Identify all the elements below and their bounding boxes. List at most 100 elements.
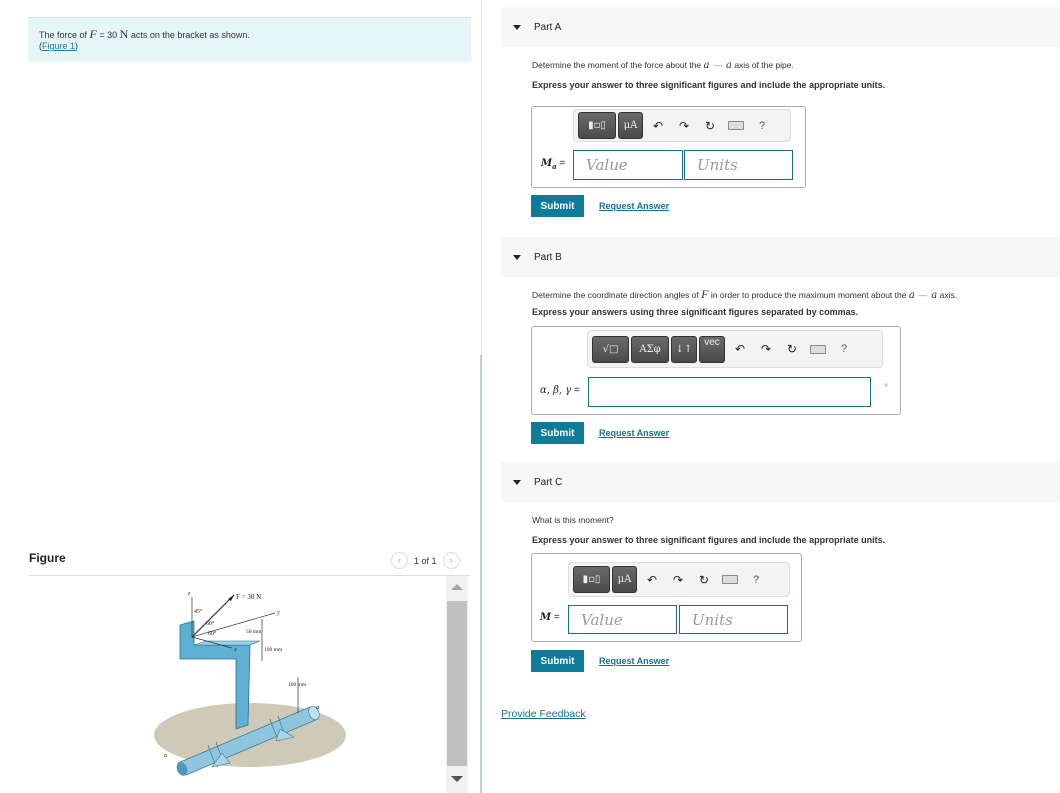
column-divider[interactable] [480, 355, 482, 793]
undo-button[interactable]: ↶ [645, 119, 671, 133]
part-c-units-input[interactable]: Units [679, 605, 788, 634]
units-button[interactable]: μA [612, 566, 637, 593]
part-a-units-input[interactable]: Units [684, 150, 793, 180]
part-c-value-input[interactable]: Value [568, 605, 677, 634]
axis-dash: — [918, 290, 928, 300]
mu-a-icon: μA [623, 120, 638, 131]
root-template-icon: √□ [602, 343, 619, 355]
part-c-submit-button[interactable]: Submit [531, 650, 584, 672]
part-a-submit-button[interactable]: Submit [531, 195, 584, 217]
figure-prev-button[interactable]: ‹ [391, 552, 408, 569]
part-b-label: Part B [534, 251, 562, 263]
force-variable: F [89, 27, 97, 41]
keyboard-button[interactable] [717, 575, 743, 584]
redo-icon: ↷ [760, 342, 772, 356]
templates-button[interactable]: ▮▫▯ [573, 566, 610, 593]
part-b-request-answer-link[interactable]: Request Answer [599, 428, 669, 438]
figure-next-button[interactable]: › [442, 552, 460, 569]
help-icon: ? [752, 573, 760, 586]
units-button[interactable]: μA [618, 112, 643, 139]
reset-button[interactable]: ↻ [779, 342, 805, 356]
part-b-submit-button[interactable]: Submit [531, 422, 584, 444]
undo-icon: ↶ [646, 572, 658, 587]
question-text: Determine the moment of the force about … [532, 60, 704, 70]
eq-var: α, β, γ [540, 385, 572, 396]
part-b-equation-label: α, β, γ = [540, 385, 580, 396]
vector-button[interactable]: vec [699, 335, 725, 363]
templates-button[interactable]: √□ [592, 335, 629, 363]
mu-a-icon: μA [617, 574, 632, 585]
caret-down-icon [513, 24, 521, 30]
paren-close: ) [75, 41, 79, 51]
help-icon: ? [840, 343, 848, 355]
keyboard-icon [810, 344, 826, 354]
greek-icon: ΑΣφ [639, 343, 661, 355]
redo-button[interactable]: ↷ [671, 119, 697, 133]
caret-down-icon [513, 254, 521, 260]
keyboard-button[interactable] [723, 121, 749, 130]
fraction-template-icon: ▮▫▯ [588, 120, 606, 131]
templates-button[interactable]: ▮▫▯ [578, 112, 616, 139]
part-b-instruction: Express your answers using three signifi… [532, 307, 859, 317]
part-a-value-input[interactable]: Value [573, 150, 683, 180]
question-text: in order to produce the maximum moment a… [708, 290, 909, 300]
undo-icon: ↶ [652, 118, 664, 133]
math-toolbar: ▮▫▯ μA ↶ ↷ ↻ ? [573, 109, 791, 142]
help-button[interactable]: ? [743, 574, 769, 586]
part-c-instruction: Express your answer to three significant… [532, 535, 886, 545]
chevron-right-icon: › [449, 554, 453, 567]
z-label: z [187, 591, 191, 597]
part-a-header[interactable]: Part A [501, 7, 1060, 47]
redo-icon: ↷ [678, 118, 690, 133]
question-text: axis. [937, 290, 958, 300]
bracket-figure: F = 30 N z y x 45° 60° 60° 50 mm 100 mm … [154, 591, 346, 776]
redo-button[interactable]: ↷ [665, 573, 691, 587]
y-label: y [276, 610, 280, 616]
reset-icon: ↻ [698, 572, 710, 587]
reset-button[interactable]: ↻ [691, 573, 717, 587]
scroll-up-icon[interactable] [451, 584, 463, 590]
subscript-button[interactable]: ↓↑ [671, 335, 697, 363]
part-c-label: Part C [534, 476, 563, 488]
redo-button[interactable]: ↷ [753, 342, 779, 356]
figure-divider [29, 575, 470, 576]
x-label: x [233, 647, 237, 653]
part-b-angles-input[interactable] [588, 377, 871, 407]
figure-pagination: ‹ 1 of 1 › [391, 552, 460, 569]
undo-button[interactable]: ↶ [639, 573, 665, 587]
reset-button[interactable]: ↻ [697, 119, 723, 133]
angle-60-label: 60° [208, 630, 217, 637]
keyboard-icon [728, 121, 744, 130]
scroll-down-icon[interactable] [451, 776, 463, 782]
keyboard-button[interactable] [805, 344, 831, 354]
value-placeholder: Value [581, 610, 623, 629]
part-a-equation-label: Ma = [541, 158, 565, 171]
part-c-request-answer-link[interactable]: Request Answer [599, 656, 669, 666]
greek-button[interactable]: ΑΣφ [631, 335, 669, 363]
value-placeholder: Value [586, 156, 628, 174]
eq-sign: = [556, 158, 566, 169]
undo-icon: ↶ [734, 342, 746, 356]
redo-icon: ↷ [672, 572, 684, 587]
part-b-question: Determine the coordinate direction angle… [532, 287, 957, 302]
help-button[interactable]: ? [749, 120, 775, 132]
undo-button[interactable]: ↶ [727, 342, 753, 356]
figure-link[interactable]: Figure 1 [42, 41, 75, 51]
help-button[interactable]: ? [831, 343, 857, 355]
keyboard-icon [722, 575, 738, 584]
part-a-question: Determine the moment of the force about … [532, 60, 794, 71]
axis-dash: — [713, 60, 722, 70]
problem-statement: The force of F = 30 N acts on the bracke… [28, 17, 471, 62]
eq-var: M [540, 612, 552, 623]
intro-prefix: The force of [39, 30, 90, 40]
scroll-thumb[interactable] [447, 601, 467, 766]
part-c-header[interactable]: Part C [501, 462, 1060, 502]
column-divider [481, 0, 482, 355]
part-b-header[interactable]: Part B [501, 237, 1060, 277]
provide-feedback-link[interactable]: Provide Feedback [501, 708, 586, 720]
vec-icon: vec [704, 336, 720, 348]
degree-unit: ° [884, 383, 888, 394]
figure-scrollbar[interactable] [446, 576, 468, 793]
part-a-request-answer-link[interactable]: Request Answer [599, 201, 669, 211]
subscript-superscript-icon: ↓↑ [675, 343, 693, 355]
